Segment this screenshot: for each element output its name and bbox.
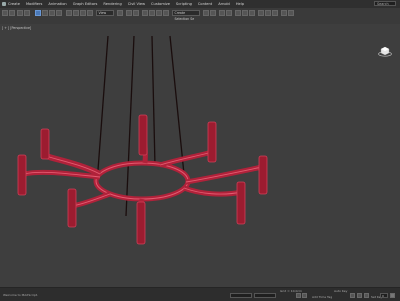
auto-key-button[interactable]: Auto Key [334, 289, 347, 293]
render-production-icon[interactable] [272, 10, 278, 16]
menu-customize[interactable]: Customize [151, 2, 170, 6]
percent-snap-icon[interactable] [156, 10, 162, 16]
schematic-view-icon[interactable] [242, 10, 248, 16]
perspective-viewport[interactable]: [ + ] [Perspective] [0, 24, 400, 287]
menu-help[interactable]: Help [236, 2, 244, 6]
main-toolbar: View Create Selection Se Select Style Po… [0, 8, 400, 29]
menu-animation[interactable]: Animation [48, 2, 66, 6]
menu-scripting[interactable]: Scripting [176, 2, 192, 6]
render-setup-icon[interactable] [258, 10, 264, 16]
rendered-frame-window-icon[interactable] [265, 10, 271, 16]
viewport-label[interactable]: [ + ] [Perspective] [2, 26, 31, 30]
viewport-canvas [17, 35, 268, 245]
undo-icon[interactable] [2, 10, 8, 16]
coord-y-field[interactable] [254, 293, 276, 298]
menu-civil-view[interactable]: Civil View [128, 2, 145, 6]
angle-snap-icon[interactable] [149, 10, 155, 16]
play-icon[interactable] [350, 293, 355, 298]
menu-modifiers[interactable]: Modifiers [26, 2, 42, 6]
mirror-icon[interactable] [203, 10, 209, 16]
add-time-tag[interactable]: Add Time Tag [312, 295, 332, 299]
snaps-toggle-icon[interactable] [142, 10, 148, 16]
app-logo-icon[interactable] [2, 2, 6, 6]
select-manipulate-icon[interactable] [126, 10, 132, 16]
named-selection-sets-dropdown[interactable]: Create Selection Se [172, 10, 200, 21]
curve-editor-icon[interactable] [235, 10, 241, 16]
render-in-cloud-icon[interactable] [281, 10, 287, 16]
previous-frame-icon[interactable] [302, 293, 307, 298]
add-key-icon[interactable] [390, 293, 395, 298]
search-input[interactable]: Search [374, 1, 396, 6]
menu-arnold[interactable]: Arnold [218, 2, 230, 6]
rectangular-selection-icon[interactable] [49, 10, 55, 16]
toggle-ribbon-icon[interactable] [226, 10, 232, 16]
viewcube-icon[interactable] [378, 44, 392, 58]
status-bar: Welcome to MAXScript. Grid = 10.0cm Add … [0, 287, 400, 301]
move-icon[interactable] [66, 10, 72, 16]
go-to-start-icon[interactable] [296, 293, 301, 298]
pivot-center-icon[interactable] [117, 10, 123, 16]
menu-content[interactable]: Content [198, 2, 212, 6]
coord-x-field[interactable] [230, 293, 252, 298]
chandelier-candles [17, 114, 268, 245]
reference-coordinate-dropdown[interactable]: View [96, 10, 114, 16]
current-frame-field[interactable]: 0 [380, 293, 388, 298]
link-icon[interactable] [17, 10, 23, 16]
align-icon[interactable] [210, 10, 216, 16]
spinner-snap-icon[interactable] [163, 10, 169, 16]
menu-create[interactable]: Create [8, 2, 20, 6]
material-editor-icon[interactable] [249, 10, 255, 16]
scale-icon[interactable] [80, 10, 86, 16]
window-crossing-icon[interactable] [56, 10, 62, 16]
menu-bar: Create Modifiers Animation Graph Editors… [0, 0, 400, 8]
rotate-icon[interactable] [73, 10, 79, 16]
keyboard-shortcut-icon[interactable] [133, 10, 139, 16]
maxscript-listener[interactable]: Welcome to MAXScript. [3, 293, 38, 297]
unlink-icon[interactable] [24, 10, 30, 16]
go-to-end-icon[interactable] [364, 293, 369, 298]
select-object-icon[interactable] [35, 10, 41, 16]
select-by-name-icon[interactable] [42, 10, 48, 16]
next-frame-icon[interactable] [357, 293, 362, 298]
menu-graph-editors[interactable]: Graph Editors [73, 2, 98, 6]
placement-icon[interactable] [87, 10, 93, 16]
layer-explorer-icon[interactable] [219, 10, 225, 16]
menu-rendering[interactable]: Rendering [103, 2, 121, 6]
redo-icon[interactable] [9, 10, 15, 16]
a360-gallery-icon[interactable] [288, 10, 294, 16]
